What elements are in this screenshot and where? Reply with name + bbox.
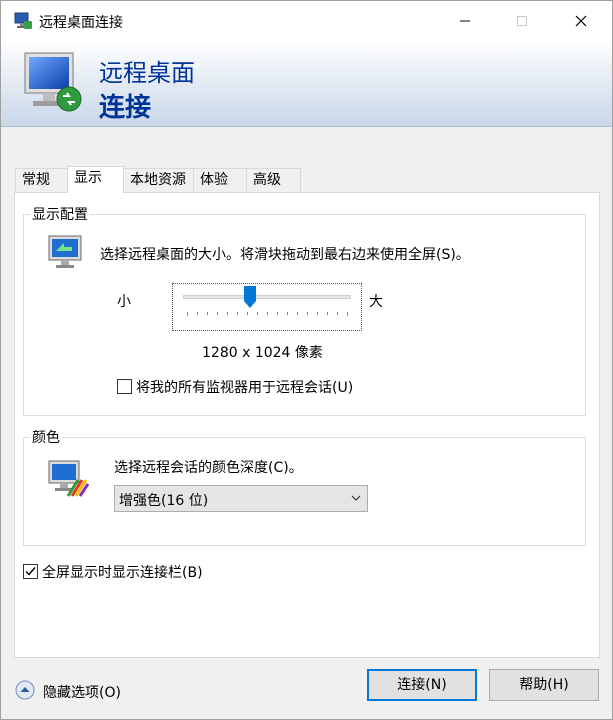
help-button[interactable]: 帮助(H) [489,669,599,701]
close-button[interactable] [558,1,604,41]
hide-options-link[interactable]: 隐藏选项(O) [43,682,121,702]
color-legend: 颜色 [30,427,62,447]
checkmark-icon [25,567,36,576]
tab-display[interactable]: 显示 [67,166,124,193]
show-connection-bar-label[interactable]: 全屏显示时显示连接栏(B) [42,562,203,582]
remote-desktop-icon [14,12,32,29]
minimize-button[interactable] [442,1,488,41]
banner-title-line2: 连接 [99,93,152,123]
color-depth-select[interactable]: 增强色(16 位) [114,485,368,512]
window-title: 远程桌面连接 [39,15,123,31]
slider-min-label: 小 [117,294,131,310]
header-banner: 远程桌面 连接 [1,41,612,127]
show-connection-bar-checkbox[interactable] [23,564,38,579]
display-config-legend: 显示配置 [30,204,90,224]
tab-experience[interactable]: 体验 [193,168,247,192]
connect-button[interactable]: 连接(N) [367,669,477,701]
resolution-readout: 1280 x 1024 像素 [202,345,323,361]
remote-desktop-monitor-icon [24,52,82,112]
color-group: 颜色 选择远程会话的颜色深度(C)。 增强色(16 位) [23,427,586,546]
display-config-group: 显示配置 选择远程桌面的大小。将滑块拖动到最右边来使用全屏(S)。 小 大 12… [23,204,586,416]
display-tab-panel: 显示配置 选择远程桌面的大小。将滑块拖动到最右边来使用全屏(S)。 小 大 12… [14,192,600,658]
maximize-icon [517,16,527,26]
use-all-monitors-checkbox[interactable] [117,379,132,394]
slider-thumb[interactable] [244,286,257,308]
maximize-button[interactable] [499,1,545,41]
chevron-down-icon [351,495,361,501]
banner-title-line1: 远程桌面 [99,59,195,87]
use-all-monitors-label[interactable]: 将我的所有监视器用于远程会话(U) [136,377,353,397]
collapse-options-icon[interactable] [15,680,35,700]
minimize-icon [460,20,470,22]
color-monitor-icon [48,460,90,497]
slider-ticks [187,312,348,316]
display-monitor-icon [48,235,82,268]
rdp-window: 远程桌面连接 远程桌面 连接 常规 显示 本地资源 体验 高级 显示配置 选择远… [0,0,613,720]
title-bar: 远程桌面连接 [1,1,612,41]
tab-local-resources[interactable]: 本地资源 [123,168,194,192]
display-size-description: 选择远程桌面的大小。将滑块拖动到最右边来使用全屏(S)。 [100,247,470,263]
slider-max-label: 大 [369,294,383,310]
display-size-slider[interactable] [172,283,362,331]
slider-track [183,295,351,299]
color-depth-description: 选择远程会话的颜色深度(C)。 [114,460,303,476]
color-depth-value: 增强色(16 位) [119,493,209,509]
close-icon [575,15,587,27]
tab-advanced[interactable]: 高级 [246,168,301,192]
tab-general[interactable]: 常规 [15,168,68,192]
